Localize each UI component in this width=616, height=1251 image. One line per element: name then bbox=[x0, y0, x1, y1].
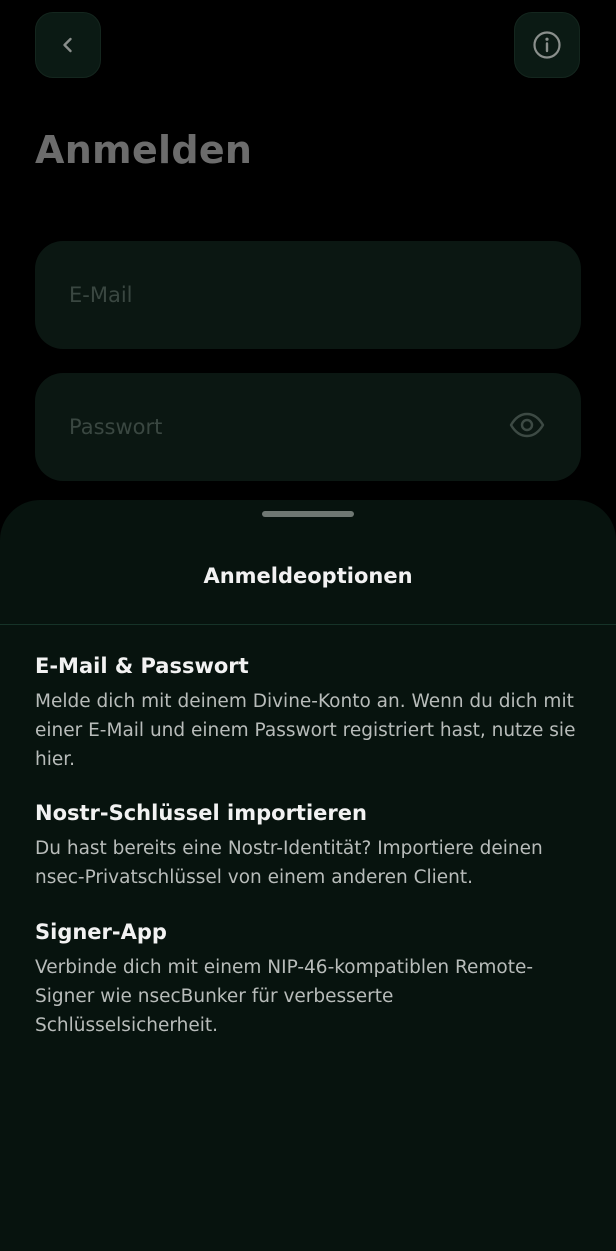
divider bbox=[0, 624, 616, 625]
option-title: Nostr-Schlüssel importieren bbox=[35, 801, 367, 825]
option-description: Melde dich mit deinem Divine-Konto an. W… bbox=[35, 691, 576, 770]
toggle-password-visibility-button[interactable] bbox=[509, 411, 545, 439]
password-field[interactable]: Passwort bbox=[35, 373, 581, 481]
email-field[interactable]: E-Mail bbox=[35, 241, 581, 349]
info-circle-icon bbox=[533, 31, 561, 59]
option-signer-app: Signer-App Verbinde dich mit einem NIP-4… bbox=[35, 917, 581, 1040]
info-button[interactable] bbox=[514, 12, 580, 78]
password-placeholder: Passwort bbox=[69, 415, 163, 439]
option-email-password: E-Mail & Passwort Melde dich mit deinem … bbox=[35, 651, 581, 774]
page-title: Anmelden bbox=[35, 128, 253, 172]
option-title: Signer-App bbox=[35, 920, 167, 944]
eye-icon bbox=[509, 412, 545, 438]
login-screen: Anmelden E-Mail Passwort Anmeldeoptionen… bbox=[0, 0, 616, 1251]
chevron-left-icon bbox=[63, 37, 72, 53]
email-placeholder: E-Mail bbox=[69, 283, 133, 307]
back-button[interactable] bbox=[35, 12, 101, 78]
option-description: Verbinde dich mit einem NIP-46-kompatibl… bbox=[35, 957, 534, 1036]
option-description: Du hast bereits eine Nostr-Identität? Im… bbox=[35, 838, 543, 888]
option-import-nostr-key: Nostr-Schlüssel importieren Du hast bere… bbox=[35, 798, 581, 892]
login-options-sheet: Anmeldeoptionen E-Mail & Passwort Melde … bbox=[0, 500, 616, 1251]
drag-handle[interactable] bbox=[262, 511, 354, 517]
option-title: E-Mail & Passwort bbox=[35, 654, 249, 678]
sheet-title: Anmeldeoptionen bbox=[203, 564, 413, 588]
